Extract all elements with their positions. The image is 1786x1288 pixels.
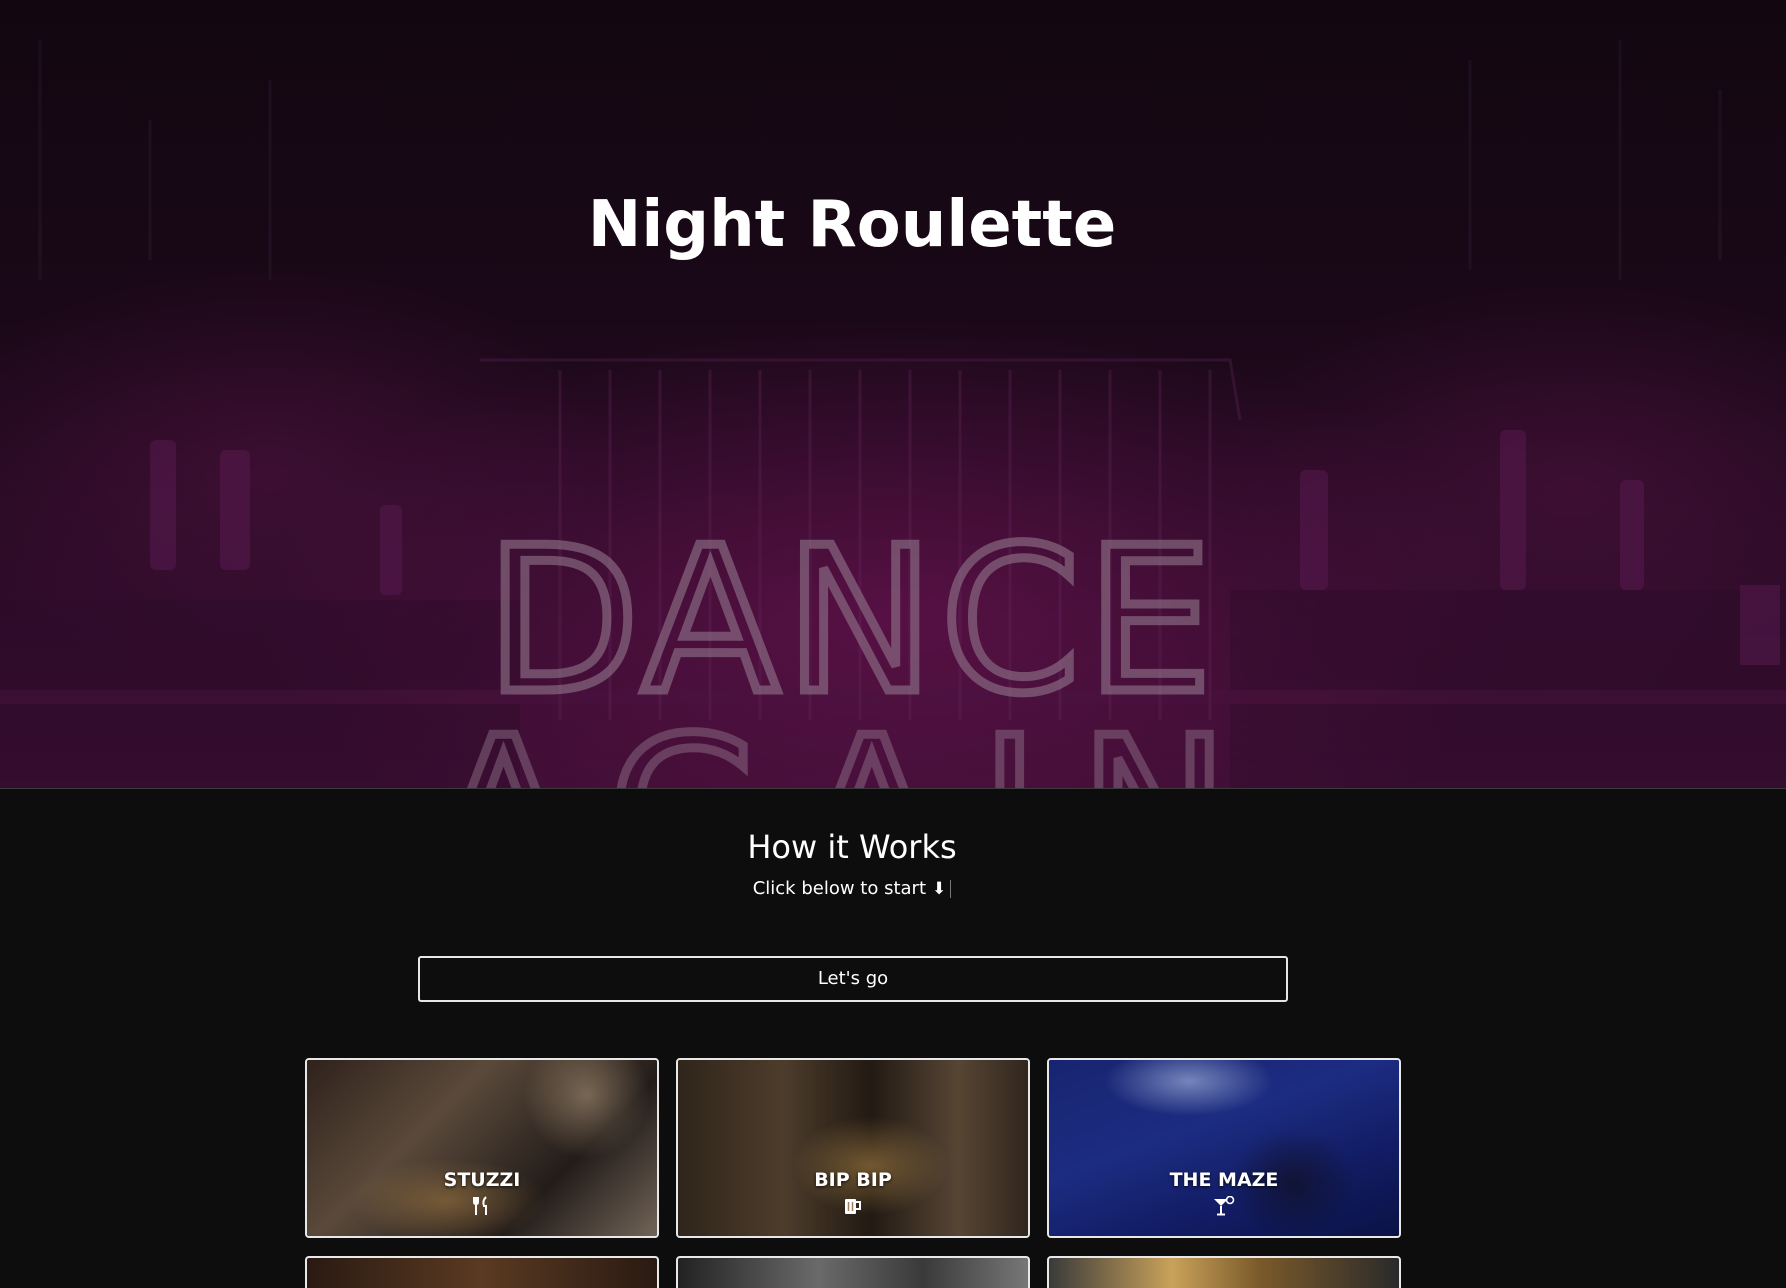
venue-card[interactable] [1047, 1256, 1401, 1288]
venue-name: STUZZI [443, 1169, 521, 1191]
venue-name: BIP BIP [814, 1169, 892, 1191]
venue-card[interactable] [305, 1256, 659, 1288]
how-it-works-subtitle: Click below to start ⬇ [0, 878, 1704, 899]
text-cursor [950, 880, 952, 898]
utensils-icon [307, 1196, 657, 1216]
arrow-down-icon: ⬇ [932, 879, 947, 899]
venue-card[interactable]: STUZZI [305, 1058, 659, 1238]
venue-card[interactable] [676, 1256, 1030, 1288]
venue-name: THE MAZE [1169, 1169, 1279, 1191]
venue-card[interactable]: THE MAZE [1047, 1058, 1401, 1238]
beer-mug-icon [678, 1196, 1028, 1216]
start-instruction-text: Click below to start [752, 878, 927, 899]
hero-banner: DANCE AGAIN Night Roulette [0, 0, 1786, 789]
cocktail-icon [1049, 1196, 1399, 1216]
how-it-works-heading: How it Works [747, 828, 957, 866]
hero-background-image: DANCE AGAIN [0, 40, 1786, 788]
page: DANCE AGAIN Night Roulette How it Works … [0, 0, 1786, 1288]
svg-text:AGAIN: AGAIN [435, 695, 1269, 788]
venue-card[interactable]: BIP BIP [676, 1058, 1030, 1238]
page-title: Night Roulette [587, 188, 1117, 262]
lets-go-button[interactable]: Let's go [418, 956, 1288, 1002]
